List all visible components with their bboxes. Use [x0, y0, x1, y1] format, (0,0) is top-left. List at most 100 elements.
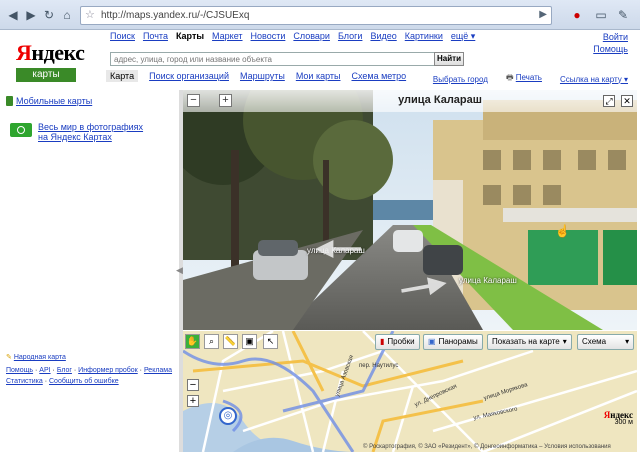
page-menu-icon[interactable]: ▭	[592, 6, 610, 24]
collapse-arrow-icon[interactable]: ◀	[176, 265, 183, 276]
panoramas-button[interactable]: ▣ Панорамы	[423, 334, 483, 350]
search-box	[110, 52, 460, 66]
help-link[interactable]: Помощь	[593, 43, 628, 55]
tab-4[interactable]: Схема метро	[351, 71, 406, 81]
back-icon[interactable]: ◀	[4, 6, 22, 24]
tab-1[interactable]: Поиск организаций	[149, 71, 229, 81]
footer-link[interactable]: Реклама	[144, 367, 172, 374]
map-toolbar: ✋ ⌕ 📏 ▣ ↖ ▮ Пробки ▣ Панорамы Показать на …	[183, 331, 637, 353]
mobile-maps-link[interactable]: Мобильные карты	[16, 96, 92, 106]
dropdown-arrow-icon: ▾	[562, 337, 567, 346]
forward-icon[interactable]: ▶	[22, 6, 40, 24]
address-url: http://maps.yandex.ru/-/CJSUExq	[101, 10, 250, 21]
dropdown-arrow-icon: ▾	[625, 337, 630, 346]
hand-tool-icon[interactable]: ✋	[185, 334, 200, 349]
logo-brand-rest: ндекс	[31, 40, 85, 65]
footer-link[interactable]: Помощь	[6, 367, 33, 374]
yandex-logo[interactable]: Яндекс карты	[16, 40, 85, 84]
login-link[interactable]: Войти	[593, 31, 628, 43]
left-footer: ✎ Народная карта Помощь · API · Блог · И…	[6, 352, 172, 387]
map-yandex-logo: Яндекс	[604, 411, 633, 420]
footer-link[interactable]: Блог	[57, 367, 72, 374]
search-input[interactable]	[111, 53, 459, 65]
bookmark-star-icon[interactable]: ☆	[85, 8, 95, 21]
fullscreen-icon[interactable]: ⤢	[603, 95, 615, 107]
mobile-maps: Мобильные карты	[6, 96, 92, 106]
panorama-tool-icon[interactable]: ▣	[242, 334, 257, 349]
services-nav: Поиск Почта Карты Маркет Новости Словари Блоги…	[110, 31, 475, 42]
panorama-toolbar: − + улица Калараш ⤢ ✕	[183, 90, 637, 112]
stop-icon[interactable]: ●	[568, 6, 586, 24]
pointer-tool-icon[interactable]: ↖	[263, 334, 278, 349]
panoramas-icon: ▣	[428, 337, 436, 346]
tab-0[interactable]: Карта	[106, 70, 139, 82]
service-link-6[interactable]: Блоги	[338, 31, 362, 42]
scale-value: 300 м	[614, 419, 633, 426]
hand-cursor-icon: ☝	[555, 224, 570, 238]
login-block: Войти Помощь	[593, 31, 628, 55]
tools-icon[interactable]: ✎	[614, 6, 632, 24]
layer-label: Схема	[582, 337, 607, 346]
footer-link[interactable]: Информер пробок	[78, 367, 138, 374]
footer-links-1: Помощь · API · Блог · Информер пробок · …	[6, 365, 172, 376]
left-panel: Мобильные карты Весь мир в фотографиях н…	[0, 90, 180, 452]
show-on-map-dropdown[interactable]: Показать на карте ▾	[487, 334, 572, 350]
photos-link[interactable]: Весь мир в фотографиях на Яндекс Картах	[38, 122, 148, 142]
map-zoom-in-button[interactable]: +	[187, 395, 199, 407]
close-icon[interactable]: ✕	[621, 95, 633, 107]
logo-brand-first: Я	[16, 40, 32, 65]
show-on-map-label: Показать на карте	[492, 337, 560, 346]
service-link-3[interactable]: Маркет	[212, 31, 242, 42]
map-view[interactable]: ✋ ⌕ 📏 ▣ ↖ ▮ Пробки ▣ Панорамы Показать на …	[183, 331, 637, 452]
magnifier-tool-icon[interactable]: ⌕	[204, 334, 219, 349]
map-zoom-out-button[interactable]: −	[187, 379, 199, 391]
traffic-label: Пробки	[387, 337, 415, 346]
panorama-marker-icon[interactable]: ◎	[219, 407, 237, 425]
footer-link[interactable]: Сообщить об ошибке	[49, 378, 119, 385]
service-link-5[interactable]: Словари	[293, 31, 330, 42]
service-link-9[interactable]: ещё ▾	[451, 31, 475, 42]
service-link-7[interactable]: Видео	[370, 31, 396, 42]
service-link-0[interactable]: Поиск	[110, 31, 135, 42]
map-copyright: © Роскартография, © ЗАО «Резидент», © До…	[363, 444, 611, 450]
map-link[interactable]: Ссылка на карту ▾	[560, 75, 628, 84]
header-right-links: Выбрать город 🖶 Печать Ссылка на карту ▾	[433, 72, 628, 86]
traffic-light-icon: ▮	[380, 337, 385, 346]
ruler-tool-icon[interactable]: 📏	[223, 334, 238, 349]
panoramas-label: Панорамы	[438, 337, 478, 346]
service-link-8[interactable]: Картинки	[405, 31, 443, 42]
map-scale: Яндекс 300 м	[604, 411, 633, 427]
service-link-2[interactable]: Карты	[176, 31, 204, 42]
panorama-title: улица Калараш	[398, 94, 482, 106]
photo-promo: Весь мир в фотографиях на Яндекс Картах	[10, 122, 148, 142]
footer-links-2: Статистика · Сообщить об ошибке	[6, 376, 172, 387]
tab-3[interactable]: Мои карты	[296, 71, 341, 81]
service-link-4[interactable]: Новости	[251, 31, 286, 42]
street-label: улица Калараш	[459, 276, 517, 285]
panorama-viewer[interactable]: − + улица Калараш ⤢ ✕ улица Калараш улиц…	[183, 90, 637, 330]
tab-2[interactable]: Маршруты	[240, 71, 285, 81]
go-icon[interactable]: ▶	[539, 9, 547, 20]
footer-link[interactable]: Статистика	[6, 378, 43, 385]
traffic-button[interactable]: ▮ Пробки	[375, 334, 420, 350]
layer-dropdown[interactable]: Схема ▾	[577, 334, 635, 350]
printer-icon: 🖶	[505, 73, 514, 82]
phone-icon	[6, 96, 13, 106]
camera-icon	[10, 123, 32, 137]
product-badge: карты	[16, 68, 76, 82]
service-link-1[interactable]: Почта	[143, 31, 168, 42]
print-block: 🖶 Печать	[506, 72, 542, 86]
print-link[interactable]: Печать	[516, 73, 542, 82]
reload-icon[interactable]: ↻	[40, 6, 58, 24]
home-icon[interactable]: ⌂	[58, 6, 76, 24]
choose-city-link[interactable]: Выбрать город	[433, 75, 488, 84]
panorama-image	[183, 90, 637, 330]
browser-toolbar: ◀ ▶ ↻ ⌂ ☆ http://maps.yandex.ru/-/CJSUEx…	[0, 0, 640, 30]
search-button[interactable]: Найти	[434, 52, 464, 66]
map-tabs: Карта Поиск организаций Маршруты Мои карты С…	[106, 70, 406, 82]
pencil-icon: ✎	[6, 354, 12, 361]
footer-link[interactable]: API	[39, 367, 50, 374]
map-street-label: пер. Наутилус	[359, 363, 399, 369]
people-map-link[interactable]: Народная карта	[14, 354, 66, 361]
address-bar[interactable]: ☆ http://maps.yandex.ru/-/CJSUExq ▶	[80, 6, 552, 25]
